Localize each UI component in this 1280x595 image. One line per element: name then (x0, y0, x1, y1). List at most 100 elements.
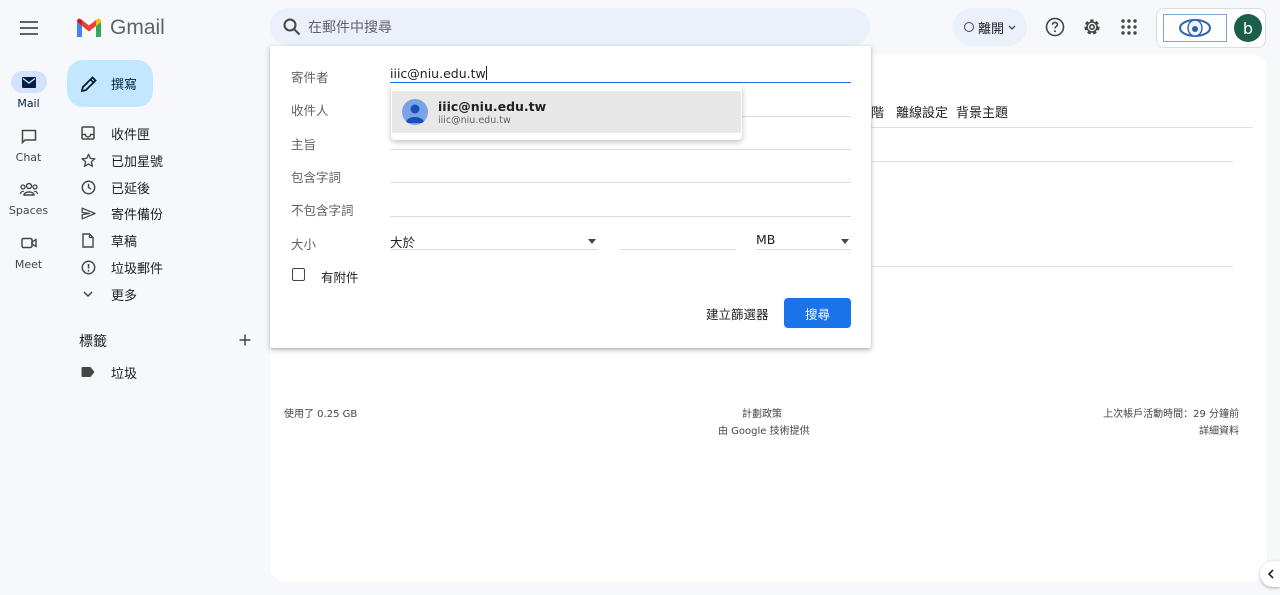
rail-meet[interactable]: Meet (0, 232, 57, 271)
settings-button[interactable] (1078, 13, 1106, 41)
size-operator-value: 大於 (390, 235, 416, 250)
from-label: 寄件者 (291, 70, 329, 85)
chevron-down-icon (1008, 25, 1016, 30)
to-label: 收件人 (291, 103, 329, 118)
pencil-icon (80, 75, 97, 92)
nav-label: 寄件備份 (111, 207, 164, 223)
search-submit-button[interactable]: 搜尋 (784, 298, 851, 328)
doesnt-have-label: 不包含字詞 (291, 203, 354, 218)
status-dropdown[interactable]: 離開 (953, 8, 1027, 46)
status-away-icon (963, 22, 974, 32)
size-unit-value: MB (756, 232, 776, 247)
hamburger-icon (20, 21, 38, 35)
gmail-logo[interactable]: Gmail (76, 16, 165, 40)
from-input-value: iiic@niu.edu.tw (390, 66, 486, 81)
meet-icon (11, 232, 47, 254)
dropdown-arrow-icon (841, 239, 849, 244)
content-divider (871, 266, 1233, 267)
rail-spaces-label: Spaces (8, 204, 49, 217)
spaces-icon (11, 178, 47, 200)
create-filter-button[interactable]: 建立篩選器 (706, 304, 769, 323)
rail-mail[interactable]: Mail (0, 71, 57, 110)
subject-input[interactable] (390, 149, 851, 150)
details-link[interactable]: 詳細資料 (1199, 422, 1239, 437)
nav-label: 已加星號 (111, 154, 164, 170)
settings-tab-offline[interactable]: 離線設定 (896, 102, 948, 121)
chevron-down-icon (73, 291, 103, 297)
draft-icon (73, 232, 103, 248)
has-attachment-checkbox[interactable] (292, 268, 305, 281)
star-icon (73, 153, 103, 168)
gmail-m-icon (77, 18, 101, 37)
nav-more[interactable]: 更多 (73, 281, 253, 307)
nav-label: 更多 (111, 288, 138, 304)
org-emblem-icon (1163, 14, 1227, 42)
dropdown-arrow-icon (588, 239, 596, 244)
nav-snoozed[interactable]: 已延後 (73, 174, 253, 200)
from-input[interactable]: iiic@niu.edu.tw (390, 66, 487, 81)
nav-spam[interactable]: 垃圾郵件 (73, 254, 253, 280)
send-icon (73, 207, 103, 220)
powered-by-google: 由 Google 技術提供 (718, 426, 810, 437)
plus-icon (239, 334, 251, 346)
help-icon (1045, 17, 1065, 37)
from-input-underline (390, 82, 851, 83)
settings-tab-advanced-fragment[interactable]: 階 (871, 102, 884, 121)
add-label-button[interactable] (236, 331, 254, 349)
search-input[interactable]: 在郵件中搜尋 (308, 17, 392, 37)
suggestion-name: iiic@niu.edu.tw (438, 98, 547, 114)
nav-drafts[interactable]: 草稿 (73, 227, 253, 253)
size-operator-select[interactable]: 大於 (390, 232, 598, 250)
storage-usage: 使用了 0.25 GB (284, 409, 358, 420)
search-icon[interactable] (280, 15, 304, 39)
nav-label: 草稿 (111, 234, 138, 250)
settings-tab-themes[interactable]: 背景主題 (956, 102, 1008, 121)
nav-sent[interactable]: 寄件備份 (73, 200, 253, 226)
app-name: Gmail (110, 16, 165, 39)
rail-chat-label: Chat (15, 151, 42, 164)
compose-label: 撰寫 (111, 78, 138, 93)
nav-label: 已延後 (111, 181, 151, 197)
contact-avatar-icon (402, 99, 428, 125)
label-item-trash[interactable]: 垃圾 (73, 359, 253, 385)
labels-heading: 標籤 (79, 334, 107, 350)
clock-icon (73, 180, 103, 195)
content-divider (871, 161, 1233, 162)
size-label: 大小 (291, 237, 317, 252)
program-policies-link[interactable]: 計劃政策 (742, 405, 782, 420)
help-button[interactable] (1041, 13, 1069, 41)
subject-label: 主旨 (291, 137, 317, 152)
tabs-divider (871, 127, 1253, 128)
nav-label: 收件匣 (111, 127, 151, 143)
rail-spaces[interactable]: Spaces (0, 178, 57, 217)
rail-chat[interactable]: Chat (0, 125, 57, 164)
account-avatar[interactable]: b (1234, 14, 1262, 42)
text-cursor (485, 66, 487, 80)
has-attachment-label: 有附件 (321, 270, 359, 285)
autocomplete-suggestion[interactable]: iiic@niu.edu.tw iiic@niu.edu.tw (392, 91, 741, 133)
side-panel-toggle[interactable] (1260, 561, 1280, 587)
nav-starred[interactable]: 已加星號 (73, 147, 253, 173)
gear-icon (1084, 19, 1100, 35)
nav-label: 垃圾郵件 (111, 261, 164, 277)
mail-icon (10, 71, 47, 93)
size-value-input[interactable] (620, 232, 736, 250)
inbox-icon (73, 126, 103, 140)
size-unit-select[interactable]: MB (756, 232, 851, 250)
main-menu-button[interactable] (12, 11, 46, 45)
chevron-left-icon (1267, 569, 1274, 579)
status-label: 離開 (977, 21, 1004, 37)
spam-icon (73, 260, 103, 275)
rail-mail-label: Mail (17, 97, 40, 110)
compose-button[interactable]: 撰寫 (67, 60, 153, 107)
apps-button[interactable] (1115, 13, 1143, 41)
search-bar[interactable]: 在郵件中搜尋 (270, 8, 870, 46)
suggestion-email: iiic@niu.edu.tw (438, 114, 511, 126)
nav-inbox[interactable]: 收件匣 (73, 120, 253, 146)
last-account-activity: 上次帳戶活動時間：29 分鐘前 (1103, 409, 1239, 420)
rail-meet-label: Meet (14, 258, 43, 271)
doesnt-have-input[interactable] (390, 216, 851, 217)
has-words-input[interactable] (390, 182, 851, 183)
has-words-label: 包含字詞 (291, 170, 342, 185)
label-item-label: 垃圾 (111, 366, 138, 382)
